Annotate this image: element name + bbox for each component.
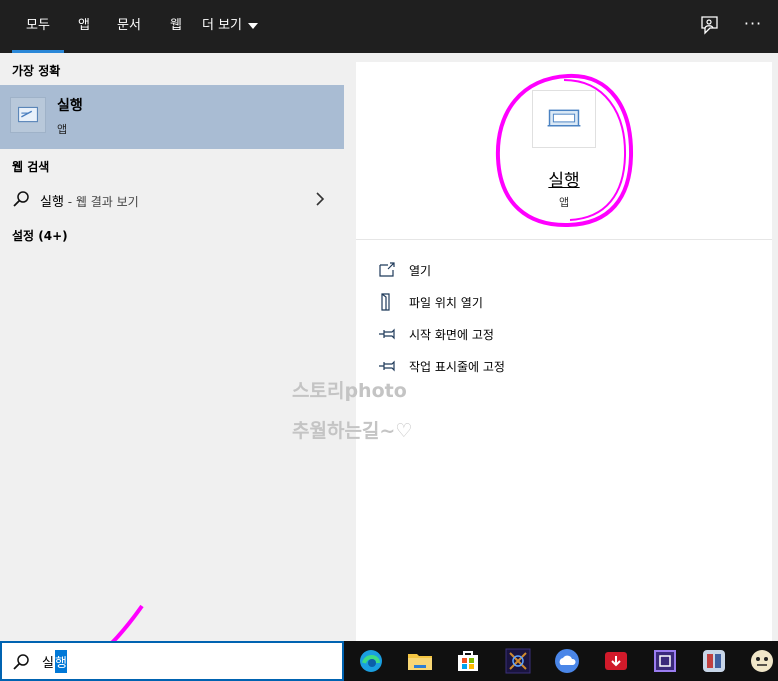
preview-title[interactable]: 실행 (356, 166, 772, 191)
tab-more[interactable]: 더 보기 (202, 0, 276, 53)
search-input[interactable]: 실 행 (0, 641, 344, 681)
run-app-large-icon (532, 90, 596, 148)
best-match-subtitle: 앱 (57, 123, 68, 136)
results-list: 가장 정확 실행 앱 웹 검색 실행 - 웹 결과 보기 설정 (4+) (0, 53, 344, 641)
web-result-suffix: - 웹 결과 보기 (63, 195, 139, 209)
search-text: 실 (42, 656, 54, 671)
caret-down-icon (248, 22, 259, 29)
app-icon[interactable] (502, 645, 534, 677)
search-icon (13, 191, 29, 207)
preview-header: 실행 앱 (356, 62, 772, 240)
watermark-line-2: 추월하는길~♡ (292, 420, 413, 442)
best-match-heading: 가장 정확 (12, 64, 61, 78)
best-match-item[interactable]: 실행 앱 (0, 85, 344, 149)
action-open[interactable]: 열기 (378, 258, 678, 284)
web-result-text: 실행 - 웹 결과 보기 (40, 191, 139, 210)
action-open-file-location[interactable]: 파일 위치 열기 (378, 290, 678, 316)
action-pin-to-taskbar[interactable]: 작업 표시줄에 고정 (378, 354, 678, 380)
tab-web[interactable]: 웹 (164, 0, 188, 53)
run-app-icon (10, 97, 46, 133)
pin-icon (379, 328, 395, 340)
tab-documents[interactable]: 문서 (112, 0, 146, 53)
action-file-location-label: 파일 위치 열기 (409, 296, 483, 310)
web-search-result[interactable]: 실행 - 웹 결과 보기 (0, 183, 344, 215)
more-options-button[interactable]: ··· (740, 12, 766, 38)
chip-icon[interactable] (649, 645, 681, 677)
preview-subtitle: 앱 (558, 196, 570, 209)
action-open-label: 열기 (409, 264, 432, 278)
preview-pane: 실행 앱 열기 파일 위치 열기 시작 화면에 고정 작업 표시줄에 고정 (356, 62, 772, 641)
download-icon[interactable] (600, 645, 632, 677)
photo-app-icon[interactable] (698, 645, 730, 677)
chevron-right-icon[interactable] (314, 191, 326, 207)
edge-icon[interactable] (355, 645, 387, 677)
search-scope-bar: 모두 앱 문서 웹 더 보기 ··· (0, 0, 778, 53)
settings-heading[interactable]: 설정 (4+) (12, 227, 68, 244)
action-pin-start-label: 시작 화면에 고정 (409, 328, 494, 342)
tab-more-label: 더 보기 (202, 18, 243, 33)
search-icon (13, 654, 29, 670)
action-pin-to-start[interactable]: 시작 화면에 고정 (378, 322, 678, 348)
search-text-selected: 행 (55, 650, 67, 673)
web-search-heading: 웹 검색 (12, 160, 50, 174)
best-match-title: 실행 (57, 98, 83, 114)
cloud-icon[interactable] (551, 645, 583, 677)
tab-all[interactable]: 모두 (12, 0, 64, 53)
web-result-query: 실행 (40, 195, 64, 210)
tab-apps[interactable]: 앱 (72, 0, 96, 53)
store-icon[interactable] (452, 645, 484, 677)
game-icon[interactable] (746, 645, 778, 677)
feedback-icon[interactable] (698, 14, 722, 38)
file-explorer-icon[interactable] (404, 645, 436, 677)
file-location-icon (381, 293, 390, 311)
open-icon (379, 262, 395, 277)
watermark-line-1: 스토리photo (292, 380, 407, 402)
pin-icon (379, 360, 395, 372)
action-pin-taskbar-label: 작업 표시줄에 고정 (409, 360, 505, 374)
